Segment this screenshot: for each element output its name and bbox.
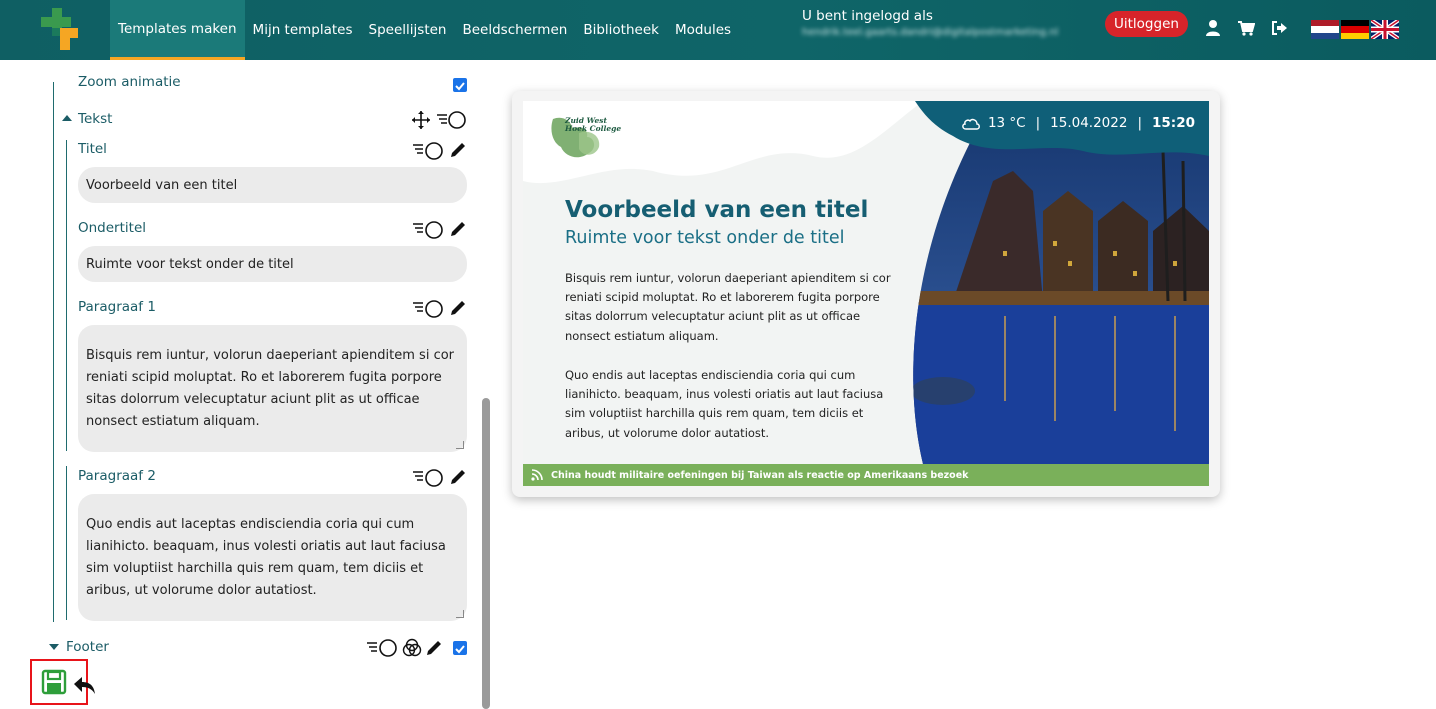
panel-scrollbar[interactable] bbox=[482, 398, 490, 709]
pencil-icon[interactable] bbox=[448, 467, 468, 487]
weather-clock-bar: 13 °C | 15.04.2022 | 15:20 bbox=[961, 115, 1195, 131]
nav-templates-maken[interactable]: Templates maken bbox=[110, 0, 245, 60]
nav-mijn-templates[interactable]: Mijn templates bbox=[245, 0, 361, 60]
subtitle-input[interactable]: Ruimte voor tekst onder de titel bbox=[78, 246, 467, 282]
school-logo-text: Zuid West Hoek College bbox=[565, 116, 622, 133]
slide-paragraph-2: Quo endis aut laceptas endisciendia cori… bbox=[565, 368, 884, 440]
top-navigation-bar: Templates maken Mijn templates Speellijs… bbox=[0, 0, 1436, 60]
paragraph1-field-label: Paragraaf 1 bbox=[78, 299, 156, 315]
slide-preview: Zuid West Hoek College 13 °C | 15.04.202… bbox=[523, 101, 1209, 486]
sign-out-icon[interactable] bbox=[1270, 19, 1288, 37]
slide-title: Voorbeeld van een titel bbox=[565, 197, 869, 223]
school-logo: Zuid West Hoek College bbox=[549, 113, 629, 165]
separator: | bbox=[1035, 115, 1041, 131]
flag-de-icon[interactable] bbox=[1341, 20, 1369, 39]
news-ticker: China houdt militaire oefeningen bij Tai… bbox=[523, 464, 1209, 486]
floppy-disk-icon bbox=[41, 669, 67, 695]
color-palette-icon[interactable] bbox=[402, 638, 422, 658]
animation-settings-icon[interactable] bbox=[412, 298, 444, 318]
app-logo-icon[interactable] bbox=[38, 8, 82, 52]
pencil-icon[interactable] bbox=[448, 140, 468, 160]
clock-time: 15:20 bbox=[1152, 115, 1195, 131]
zoom-animation-checkbox[interactable] bbox=[453, 78, 467, 92]
pencil-icon[interactable] bbox=[448, 219, 468, 239]
pencil-icon[interactable] bbox=[448, 298, 468, 318]
main-nav: Templates maken Mijn templates Speellijs… bbox=[110, 0, 739, 60]
footer-checkbox[interactable] bbox=[453, 641, 467, 655]
tree-line bbox=[53, 82, 54, 622]
paragraph2-field-label: Paragraaf 2 bbox=[78, 468, 156, 484]
zoom-animation-label: Zoom animatie bbox=[78, 74, 181, 90]
rss-icon bbox=[531, 469, 543, 481]
animation-settings-icon[interactable] bbox=[412, 219, 444, 239]
cart-icon[interactable] bbox=[1237, 19, 1255, 37]
paragraph1-text: Bisquis rem iuntur, volorun daeperiant a… bbox=[86, 347, 455, 429]
paragraph1-textarea[interactable]: Bisquis rem iuntur, volorun daeperiant a… bbox=[78, 325, 467, 452]
tree-line bbox=[66, 297, 67, 451]
nav-speellijsten[interactable]: Speellijsten bbox=[361, 0, 455, 60]
collapse-tekst-caret[interactable] bbox=[62, 115, 72, 121]
nav-modules[interactable]: Modules bbox=[667, 0, 739, 60]
logout-button[interactable]: Uitloggen bbox=[1105, 11, 1188, 37]
animation-settings-icon[interactable] bbox=[436, 110, 468, 130]
ticker-text: China houdt militaire oefeningen bij Tai… bbox=[551, 469, 969, 481]
paragraph2-textarea[interactable]: Quo endis aut laceptas endisciendia cori… bbox=[78, 494, 467, 621]
subtitle-field-label: Ondertitel bbox=[78, 220, 147, 236]
tree-line bbox=[66, 466, 67, 620]
title-field-label: Titel bbox=[78, 141, 107, 157]
flag-uk-icon[interactable] bbox=[1371, 20, 1399, 39]
temperature: 13 °C bbox=[987, 115, 1026, 131]
pointer-arrow-icon bbox=[74, 677, 95, 694]
user-icon[interactable] bbox=[1204, 19, 1222, 37]
slide-subtitle: Ruimte voor tekst onder de titel bbox=[565, 228, 845, 248]
resize-handle[interactable] bbox=[456, 610, 464, 618]
animation-settings-icon[interactable] bbox=[412, 467, 444, 487]
move-icon[interactable] bbox=[411, 110, 431, 130]
nav-beeldschermen[interactable]: Beeldschermen bbox=[454, 0, 575, 60]
paragraph2-text: Quo endis aut laceptas endisciendia cori… bbox=[86, 516, 446, 598]
section-footer-label: Footer bbox=[66, 639, 109, 655]
user-email: hendrik.teel.gaarts.dandri@digitalpostma… bbox=[802, 27, 1059, 38]
section-tekst-label: Tekst bbox=[78, 111, 113, 127]
cloud-icon bbox=[962, 118, 980, 130]
logged-in-label: U bent ingelogd als bbox=[802, 8, 933, 24]
slide-paragraph-1: Bisquis rem iuntur, volorun daeperiant a… bbox=[565, 271, 891, 343]
date: 15.04.2022 bbox=[1050, 115, 1128, 131]
resize-handle[interactable] bbox=[456, 441, 464, 449]
flag-nl-icon[interactable] bbox=[1311, 20, 1339, 39]
editor-panel: Zoom animatie Tekst Titel Voorbeeld van … bbox=[0, 60, 480, 709]
separator: | bbox=[1137, 115, 1143, 131]
title-input[interactable]: Voorbeeld van een titel bbox=[78, 167, 467, 203]
expand-footer-caret[interactable] bbox=[49, 644, 59, 650]
animation-settings-icon[interactable] bbox=[412, 140, 444, 160]
nav-bibliotheek[interactable]: Bibliotheek bbox=[575, 0, 667, 60]
animation-settings-icon[interactable] bbox=[366, 638, 398, 658]
pencil-icon[interactable] bbox=[424, 638, 444, 658]
